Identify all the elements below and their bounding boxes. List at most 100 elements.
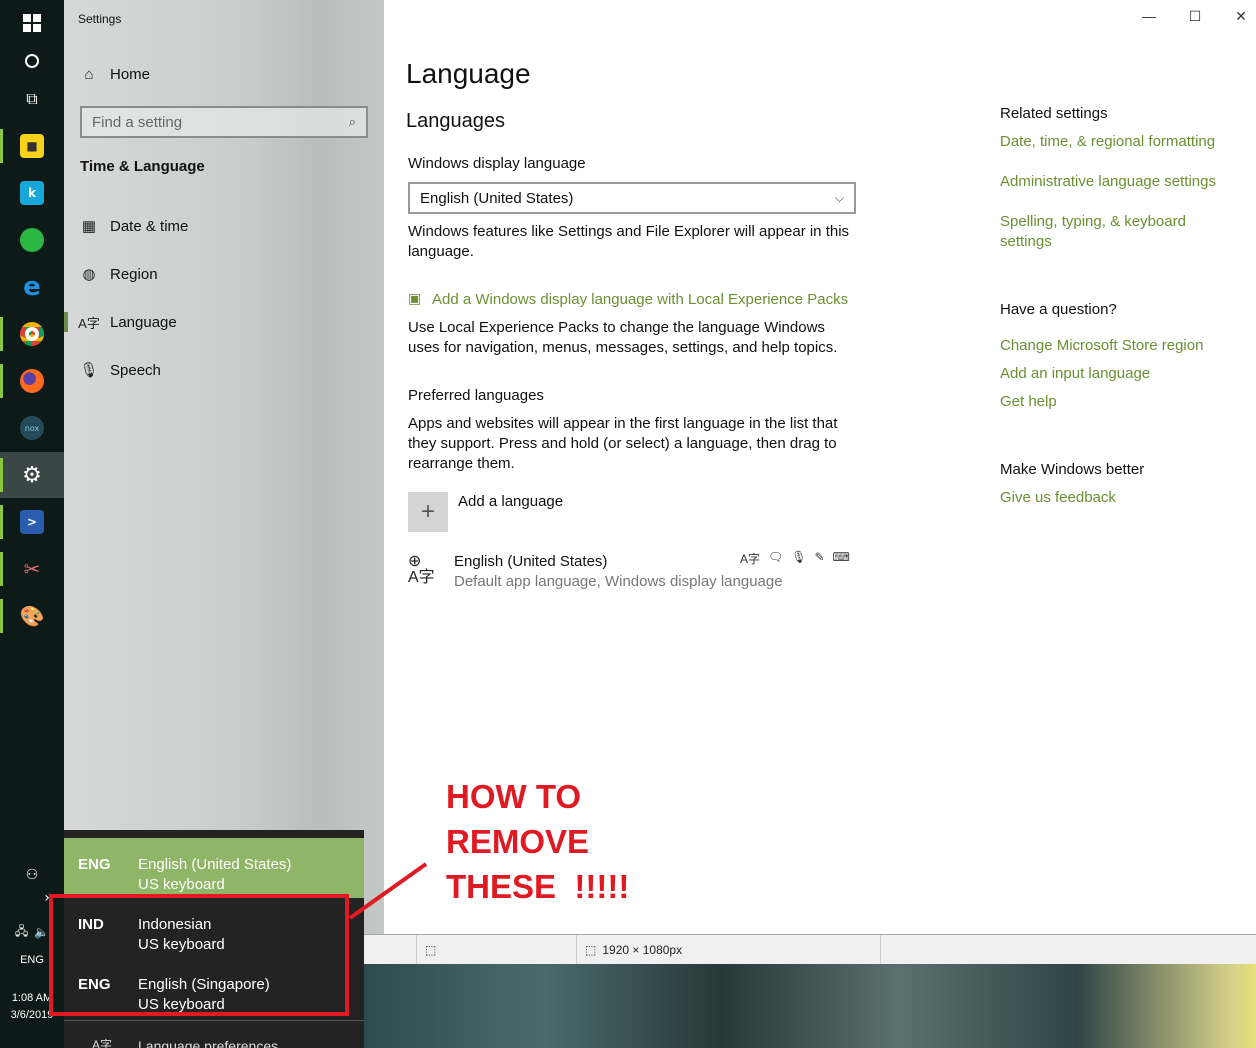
- language-feature-icons: A字 🗨 🎙 ✎ ⌨: [740, 550, 850, 567]
- maximize-button[interactable]: ☐: [1180, 8, 1210, 25]
- flyout-code: ENG: [78, 856, 111, 873]
- search-placeholder: Find a setting: [92, 113, 183, 131]
- store-bag-icon: ▣: [408, 290, 422, 306]
- nav-label: Region: [110, 265, 158, 283]
- annotation-line-3: THESE !!!!!: [446, 868, 630, 905]
- nav-home-label: Home: [110, 65, 151, 83]
- chevron-down-icon: ⌵: [834, 190, 844, 205]
- related-link-spelling[interactable]: Spelling, typing, & keyboard settings: [1000, 212, 1220, 252]
- language-glyph-icon: ⊕ A字: [408, 553, 435, 586]
- task-view-icon: ⧉: [26, 89, 38, 108]
- image-size-cell: ⬚ 1920 × 1080px: [576, 935, 880, 965]
- globe-icon: ◍: [82, 266, 96, 283]
- close-button[interactable]: ✕: [1226, 8, 1256, 25]
- flyout-keyboard: US keyboard: [138, 876, 225, 893]
- taskbar-whatsapp[interactable]: [0, 217, 64, 263]
- taskbar-powershell[interactable]: >: [0, 499, 64, 545]
- text-to-speech-feature-icon: 🗨: [768, 550, 784, 564]
- selection-cell: ⬚: [416, 935, 576, 965]
- image-editor-status-bar: ⬚ ⬚ 1920 × 1080px: [364, 934, 1256, 965]
- empty-cell: [880, 935, 1256, 965]
- related-link-admin-language[interactable]: Administrative language settings: [1000, 172, 1216, 192]
- get-help-link[interactable]: Get help: [1000, 392, 1057, 412]
- taskbar-app-k[interactable]: k: [0, 170, 64, 216]
- taskbar-chrome[interactable]: [0, 311, 64, 357]
- selection-icon: ⬚: [425, 943, 437, 957]
- language-subtitle: Default app language, Windows display la…: [454, 573, 783, 590]
- image-size: 1920 × 1080px: [602, 943, 683, 957]
- language-name: English (United States): [454, 553, 608, 570]
- display-language-feature-icon: A字: [740, 552, 761, 566]
- language-preferences-icon: A字: [92, 1038, 113, 1048]
- lep-description: Use Local Experience Packs to change the…: [408, 319, 838, 356]
- plus-icon: +: [420, 498, 435, 525]
- section-heading: Time & Language: [80, 158, 205, 175]
- kodi-icon: k: [20, 181, 44, 205]
- nav-label: Speech: [110, 361, 161, 379]
- powershell-icon: >: [20, 510, 44, 534]
- task-view-button[interactable]: ⧉: [0, 76, 64, 122]
- feedback-link[interactable]: Give us feedback: [1000, 488, 1116, 508]
- snipping-tool-icon: ✂: [23, 557, 41, 581]
- gear-icon: ⚙: [22, 462, 42, 488]
- display-language-value: English (United States): [420, 189, 574, 207]
- flyout-item-eng-us[interactable]: ENG English (United States) US keyboard: [64, 838, 364, 898]
- taskbar-snipping[interactable]: ✂: [0, 546, 64, 592]
- nav-region[interactable]: ◍ Region: [64, 254, 384, 294]
- people-icon: ⚇: [25, 867, 39, 883]
- windows-better-heading: Make Windows better: [1000, 461, 1145, 478]
- taskbar-sticky-notes[interactable]: ■: [0, 123, 64, 169]
- section-title: Languages: [406, 110, 505, 132]
- home-icon: ⌂: [84, 65, 94, 83]
- annotation-line-2: REMOVE: [446, 823, 590, 860]
- firefox-icon: [20, 369, 44, 393]
- nav-language[interactable]: A字 Language: [64, 302, 384, 342]
- taskbar-settings[interactable]: ⚙: [0, 452, 64, 498]
- related-settings-heading: Related settings: [1000, 105, 1108, 122]
- store-region-link[interactable]: Change Microsoft Store region: [1000, 336, 1203, 356]
- annotation-pointer-line: [348, 862, 428, 920]
- calendar-clock-icon: ▦: [81, 218, 97, 235]
- search-icon: ⌕: [348, 114, 356, 129]
- microphone-icon: 🎙: [79, 362, 99, 379]
- annotation-text: HOW TO REMOVE THESE !!!!!: [446, 774, 629, 909]
- add-language-button[interactable]: +: [408, 492, 448, 532]
- taskbar-nox[interactable]: nox: [0, 405, 64, 451]
- flyout-divider: [64, 1020, 364, 1021]
- nav-speech[interactable]: 🎙 Speech: [64, 350, 384, 390]
- language-preferences-link[interactable]: Language preferences: [138, 1038, 278, 1048]
- annotation-highlight-box: [49, 894, 349, 1016]
- display-language-dropdown[interactable]: English (United States) ⌵: [408, 182, 856, 214]
- add-input-language-link[interactable]: Add an input language: [1000, 364, 1150, 384]
- minimize-button[interactable]: —: [1134, 8, 1164, 24]
- speech-feature-icon: 🎙: [791, 550, 807, 564]
- taskbar-firefox[interactable]: [0, 358, 64, 404]
- network-icon: 🖧: [14, 923, 29, 938]
- app-title: Settings: [78, 12, 122, 26]
- annotation-line-1: HOW TO: [446, 778, 582, 815]
- chrome-icon: [20, 322, 44, 346]
- keyboard-feature-icon: ⌨: [832, 550, 850, 564]
- nox-icon: nox: [20, 416, 44, 440]
- nav-label: Date & time: [110, 217, 189, 235]
- paint-icon: 🎨: [19, 604, 45, 628]
- display-language-description: Windows features like Settings and File …: [408, 223, 850, 260]
- taskbar-paint[interactable]: 🎨: [0, 593, 64, 639]
- sticky-notes-icon: ■: [20, 134, 44, 158]
- volume-icon: 🔈: [34, 925, 50, 939]
- language-icon: A字: [78, 315, 100, 331]
- whatsapp-icon: [20, 228, 44, 252]
- nav-date-time[interactable]: ▦ Date & time: [64, 206, 384, 246]
- nav-label: Language: [110, 313, 177, 331]
- handwriting-feature-icon: ✎: [814, 550, 825, 564]
- lep-link[interactable]: Add a Windows display language with Loca…: [432, 290, 848, 310]
- cortana-icon: [25, 54, 39, 68]
- question-heading: Have a question?: [1000, 301, 1117, 318]
- preferred-languages-label: Preferred languages: [408, 387, 544, 404]
- search-input[interactable]: Find a setting ⌕: [80, 106, 368, 138]
- nav-home[interactable]: ⌂ Home: [64, 54, 384, 94]
- preferred-languages-description: Apps and websites will appear in the fir…: [408, 415, 838, 472]
- related-link-date-time[interactable]: Date, time, & regional formatting: [1000, 132, 1215, 152]
- add-language-label[interactable]: Add a language: [458, 492, 563, 512]
- taskbar-edge[interactable]: e: [0, 264, 64, 310]
